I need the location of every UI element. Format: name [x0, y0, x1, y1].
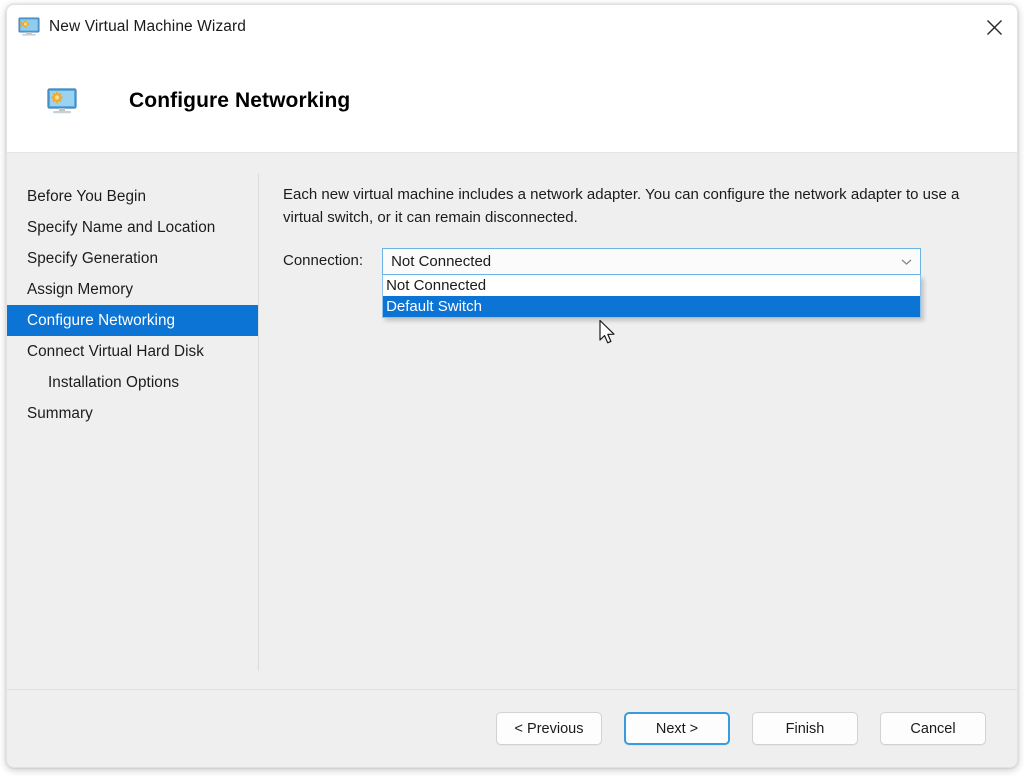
- connection-selected-value: Not Connected: [391, 253, 492, 270]
- connection-combobox[interactable]: Not Connected: [382, 248, 922, 275]
- window-title: New Virtual Machine Wizard: [49, 18, 246, 35]
- wizard-footer: < Previous Next > Finish Cancel: [7, 689, 1017, 767]
- virtual-machine-monitor-icon: [18, 17, 40, 37]
- wizard-header: Configure Networking: [7, 49, 1017, 153]
- virtual-machine-monitor-icon: [46, 85, 78, 117]
- sidebar-item-before-you-begin[interactable]: Before You Begin: [7, 181, 258, 212]
- sidebar-item-specify-name-and-location[interactable]: Specify Name and Location: [7, 212, 258, 243]
- connection-combobox-wrapper: Not Connected Not Connected Default Swit…: [382, 248, 922, 344]
- sidebar-item-connect-virtual-hard-disk[interactable]: Connect Virtual Hard Disk: [7, 336, 258, 367]
- close-icon[interactable]: [971, 5, 1017, 49]
- cancel-button[interactable]: Cancel: [880, 712, 986, 745]
- sidebar-item-summary[interactable]: Summary: [7, 398, 258, 429]
- wizard-body: Before You Begin Specify Name and Locati…: [7, 153, 1017, 689]
- next-button[interactable]: Next >: [624, 712, 730, 745]
- dropdown-option-not-connected[interactable]: Not Connected: [383, 275, 920, 296]
- chevron-down-icon[interactable]: [898, 258, 914, 266]
- new-virtual-machine-wizard-window: New Virtual Machine Wizard Configure Net…: [6, 4, 1018, 768]
- previous-button[interactable]: < Previous: [496, 712, 602, 745]
- title-bar: New Virtual Machine Wizard: [7, 5, 1017, 49]
- dropdown-option-default-switch[interactable]: Default Switch: [383, 296, 921, 317]
- connection-row: Connection: Not Connected Not Connected …: [283, 248, 995, 344]
- sidebar-item-specify-generation[interactable]: Specify Generation: [7, 243, 258, 274]
- sidebar-item-installation-options[interactable]: Installation Options: [7, 367, 258, 398]
- connection-dropdown-list[interactable]: Not Connected Default Switch: [382, 275, 922, 318]
- description-text: Each new virtual machine includes a netw…: [283, 186, 960, 226]
- sidebar-item-assign-memory[interactable]: Assign Memory: [7, 274, 258, 305]
- sidebar-item-configure-networking[interactable]: Configure Networking: [7, 305, 258, 336]
- finish-button[interactable]: Finish: [752, 712, 858, 745]
- wizard-content-pane: Each new virtual machine includes a netw…: [259, 153, 1017, 689]
- wizard-step-list: Before You Begin Specify Name and Locati…: [7, 153, 258, 689]
- mouse-cursor-arrow: [598, 319, 620, 349]
- page-title: Configure Networking: [129, 88, 351, 112]
- connection-label: Connection:: [283, 252, 364, 269]
